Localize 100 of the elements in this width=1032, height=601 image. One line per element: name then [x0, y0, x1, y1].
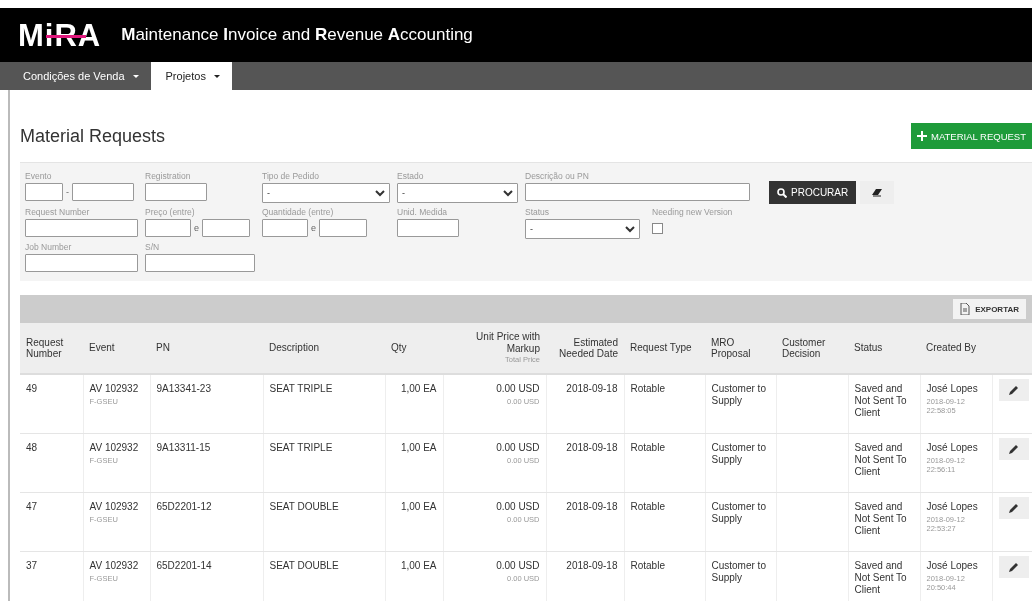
input-field[interactable]	[72, 183, 134, 201]
column-header: Description	[263, 323, 385, 374]
table-cell: Customer to Supply	[705, 492, 776, 552]
range-separator: -	[66, 187, 69, 197]
table-cell: Saved and Not Sent To Client	[848, 433, 920, 493]
range-separator: e	[194, 223, 199, 233]
pencil-icon	[1007, 443, 1020, 455]
search-icon	[777, 187, 787, 198]
input-field[interactable]	[525, 183, 750, 201]
input-field[interactable]	[25, 183, 63, 201]
pencil-icon	[1007, 384, 1020, 396]
field-label: Preço (entre)	[145, 207, 196, 217]
table-cell-text: José Lopes	[926, 501, 979, 513]
table-cell: 9A13341-23	[150, 374, 263, 434]
table-cell: 65D2201-14	[150, 551, 263, 601]
caret-icon	[213, 74, 220, 78]
document-icon	[960, 303, 971, 315]
table-cell: SEAT DOUBLE	[263, 551, 385, 601]
column-header: Created By	[920, 323, 992, 374]
table-cell: Rotable	[624, 374, 705, 434]
field-label: S/N	[145, 242, 161, 252]
dropdown[interactable]: -	[262, 183, 390, 203]
field-label: Estado	[397, 171, 425, 181]
field-label: Job Number	[25, 242, 73, 252]
input-field[interactable]	[145, 219, 191, 237]
input-field[interactable]	[25, 219, 138, 237]
field-label: Status	[525, 207, 551, 217]
caret-icon	[132, 74, 139, 78]
edit-button[interactable]	[998, 497, 1029, 519]
table-cell-text: AV 102932	[89, 442, 140, 454]
edit-button[interactable]	[998, 556, 1029, 578]
nav-tab[interactable]: Condições de Venda	[8, 62, 151, 90]
table-cell: SEAT TRIPLE	[263, 374, 385, 434]
field-label: Unid. Medida	[397, 207, 449, 217]
input-field[interactable]	[262, 219, 308, 237]
table-cell: 1,00 EA	[385, 492, 443, 552]
table-cell: 1,00 EA	[385, 374, 443, 434]
table-cell: Rotable	[624, 433, 705, 493]
input-field[interactable]	[397, 219, 459, 237]
input-field[interactable]	[202, 219, 250, 237]
table-cell: 37	[20, 551, 83, 601]
field-label: Request Number	[25, 207, 91, 217]
table-cell: 1,00 EA	[385, 433, 443, 493]
dropdown[interactable]: -	[525, 219, 640, 239]
table-cell: SEAT DOUBLE	[263, 492, 385, 552]
input-field[interactable]	[319, 219, 367, 237]
column-header: Qty	[385, 323, 443, 374]
table-cell: Saved and Not Sent To Client	[848, 551, 920, 601]
table-cell-text: 0.00 USD	[495, 383, 540, 395]
app-title: Maintenance Invoice and Revenue Accounting	[121, 25, 473, 45]
table-cell: 47	[20, 492, 83, 552]
table-cell-text: 0.00 USD	[495, 560, 540, 572]
table-cell: Rotable	[624, 492, 705, 552]
table-cell-text: 0.00 USD	[495, 501, 540, 513]
new-request-button[interactable]: MATERIAL REQUEST	[911, 123, 1032, 149]
table-cell: Customer to Supply	[705, 374, 776, 434]
input-field[interactable]	[25, 254, 138, 272]
clear-button[interactable]	[860, 181, 895, 204]
table-cell: 48	[20, 433, 83, 493]
dropdown[interactable]: -	[397, 183, 518, 203]
range-separator: e	[311, 223, 316, 233]
table-cell: SEAT TRIPLE	[263, 433, 385, 493]
table-cell: 9A13311-15	[150, 433, 263, 493]
edit-button[interactable]	[998, 438, 1029, 460]
search-button[interactable]: PROCURAR	[769, 181, 857, 204]
column-header: Customer Decision	[776, 323, 848, 374]
edit-button[interactable]	[998, 379, 1029, 401]
field-label: Quantidade (entre)	[262, 207, 335, 217]
table-cell-text: AV 102932	[89, 501, 140, 513]
pencil-icon	[1007, 502, 1020, 514]
table-cell-text: José Lopes	[926, 383, 979, 395]
table-cell: 1,00 EA	[385, 551, 443, 601]
plus-icon	[917, 131, 927, 141]
table-cell-text: AV 102932	[89, 560, 140, 572]
chevron-down-icon	[503, 189, 513, 197]
table-cell-text: AV 102932	[89, 383, 140, 395]
column-header: Request Type	[624, 323, 705, 374]
table-cell-text: José Lopes	[926, 442, 979, 454]
checkbox[interactable]	[652, 223, 663, 234]
column-header: Status	[848, 323, 920, 374]
column-header: Event	[83, 323, 150, 374]
field-label: Registration	[145, 171, 192, 181]
field-label: Needing new Version	[652, 207, 734, 217]
export-button[interactable]: EXPORTAR	[953, 299, 1026, 319]
table-cell: 2018-09-18	[546, 551, 624, 601]
pencil-icon	[1007, 561, 1020, 573]
nav-tab[interactable]: Projetos	[150, 62, 232, 90]
input-field[interactable]	[145, 254, 255, 272]
chevron-down-icon	[625, 225, 635, 233]
input-field[interactable]	[145, 183, 207, 201]
column-header: Estimated Needed Date	[546, 323, 624, 374]
table-cell: Saved and Not Sent To Client	[848, 374, 920, 434]
table-cell-text: 0.00 USD	[495, 442, 540, 454]
table-cell: 2018-09-18	[546, 492, 624, 552]
table-cell: Customer to Supply	[705, 551, 776, 601]
table-cell: Rotable	[624, 551, 705, 601]
column-header: Unit Price with Markup	[475, 331, 540, 355]
column-header: Request Number	[20, 323, 83, 374]
chevron-down-icon	[375, 189, 385, 197]
table-cell: Customer to Supply	[705, 433, 776, 493]
